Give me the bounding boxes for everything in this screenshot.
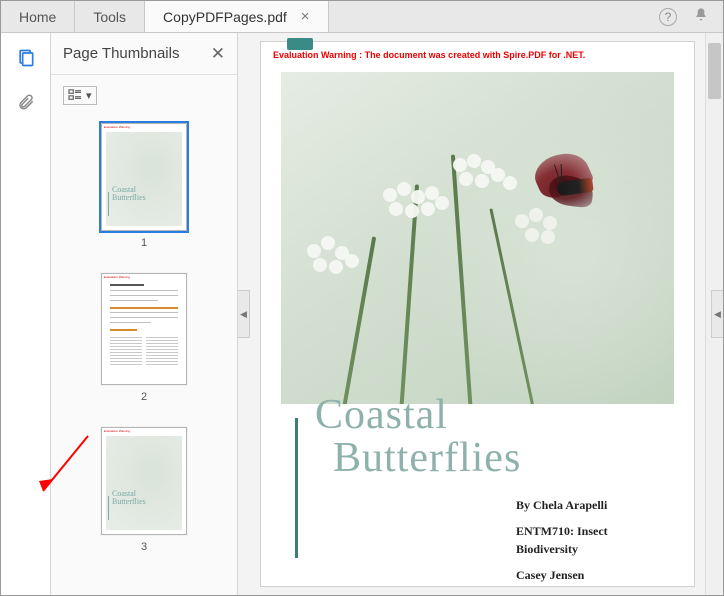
course: ENTM710: Insect Biodiversity	[516, 522, 666, 558]
tab-file[interactable]: CopyPDFPages.pdf ×	[145, 1, 329, 32]
left-rail	[1, 33, 51, 595]
attachments-rail-icon[interactable]	[15, 91, 37, 113]
panel-title: Page Thumbnails	[63, 45, 211, 62]
thumbnail-label: 3	[141, 541, 147, 553]
thumbnails-rail-icon[interactable]	[15, 47, 37, 69]
byline: By Chela Arapelli	[516, 496, 666, 514]
tab-bar: Home Tools CopyPDFPages.pdf × ?	[1, 1, 723, 33]
document-meta: By Chela Arapelli ENTM710: Insect Biodiv…	[516, 496, 666, 592]
tab-tools[interactable]: Tools	[75, 1, 145, 32]
top-right-controls: ?	[659, 1, 723, 32]
cover-photo	[281, 72, 674, 404]
collapse-panel-handle[interactable]: ◀	[238, 290, 250, 338]
thumbnail-list[interactable]: Evaluation Warning CoastalButterflies 1 …	[51, 115, 237, 595]
expand-right-panel-handle[interactable]: ◀	[711, 290, 723, 338]
thumbnail-page-3[interactable]: Evaluation Warning CoastalButterflies	[101, 427, 187, 535]
thumbnail-options-button[interactable]: ▾	[63, 86, 97, 105]
thumbnail-label: 1	[141, 237, 147, 249]
tab-file-label: CopyPDFPages.pdf	[163, 9, 287, 25]
tab-tools-label: Tools	[93, 9, 126, 25]
evaluation-warning: Evaluation Warning : The document was cr…	[273, 50, 585, 60]
tab-close-icon[interactable]: ×	[301, 8, 310, 25]
page-tab-decoration	[287, 38, 313, 50]
thumbnail-item[interactable]: Evaluation Warning 2	[51, 273, 237, 403]
bell-icon[interactable]	[693, 7, 709, 26]
help-icon[interactable]: ?	[659, 8, 677, 26]
thumbnail-item[interactable]: Evaluation Warning CoastalButterflies 3	[51, 427, 237, 553]
thumbnails-panel: Page Thumbnails ✕ ▾ Evaluation Warning C…	[51, 33, 238, 595]
document-viewer: ◀ ◀ Evaluation Warning : The document wa…	[238, 33, 723, 595]
document-title: Coastal Butterflies	[315, 394, 521, 480]
thumbnail-page-1[interactable]: Evaluation Warning CoastalButterflies	[101, 123, 187, 231]
tab-home-label: Home	[19, 9, 56, 25]
panel-close-icon[interactable]: ✕	[211, 44, 225, 64]
instructor: Casey Jensen	[516, 566, 666, 584]
title-accent-bar	[295, 418, 298, 558]
chevron-down-icon: ▾	[86, 89, 92, 102]
thumbnail-page-2[interactable]: Evaluation Warning	[101, 273, 187, 385]
title-line-2: Butterflies	[333, 435, 521, 481]
pdf-page[interactable]: Evaluation Warning : The document was cr…	[260, 41, 695, 587]
panel-toolbar: ▾	[51, 75, 237, 115]
scrollbar-thumb[interactable]	[708, 43, 721, 99]
tab-home[interactable]: Home	[1, 1, 75, 32]
thumbnail-item[interactable]: Evaluation Warning CoastalButterflies 1	[51, 123, 237, 249]
main-area: Page Thumbnails ✕ ▾ Evaluation Warning C…	[1, 33, 723, 595]
thumbnail-label: 2	[141, 391, 147, 403]
title-line-1: Coastal	[315, 392, 448, 438]
butterfly-illustration	[501, 146, 621, 226]
panel-header: Page Thumbnails ✕	[51, 33, 237, 75]
